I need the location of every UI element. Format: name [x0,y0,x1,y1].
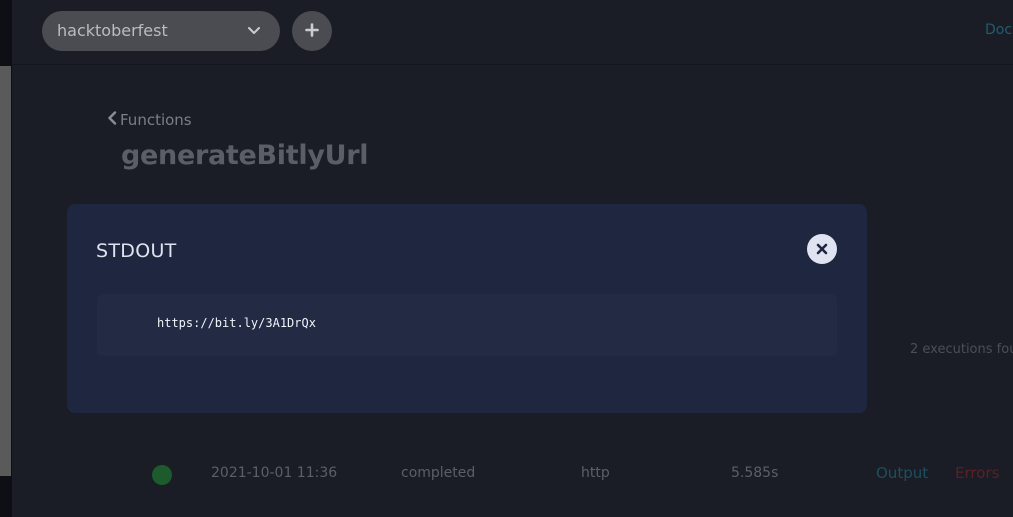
execution-time: 5.585s [731,465,779,481]
output-link[interactable]: Output [876,464,928,482]
errors-link[interactable]: Errors [955,464,999,482]
status-dot [152,465,172,485]
topbar-divider [12,64,1013,65]
chevron-left-icon [107,111,120,129]
execution-trigger: http [581,465,610,481]
execution-date: 2021-10-01 11:36 [211,465,338,481]
close-modal-button[interactable] [807,234,837,264]
execution-row: 2021-10-01 11:36 completed http 5.585s O… [140,455,1013,495]
executions-count: 2 executions found [910,342,1013,357]
execution-status: completed [401,465,476,481]
project-select[interactable]: hacktoberfest [42,11,280,51]
stdout-text: https://bit.ly/3A1DrQx [157,316,316,330]
add-project-button[interactable] [292,11,332,51]
stdout-modal: STDOUT https://bit.ly/3A1DrQx [67,204,867,413]
app-page: hacktoberfest Docs Functions generateBit… [0,0,1013,517]
modal-title: STDOUT [96,240,177,262]
close-icon [816,240,828,259]
project-name: hacktoberfest [57,21,168,40]
back-link-label: Functions [120,111,192,129]
function-title: generateBitlyUrl [121,140,369,171]
scrollbar-thumb[interactable] [0,66,11,476]
stdout-output-box: https://bit.ly/3A1DrQx [97,294,837,356]
plus-icon [305,22,319,41]
docs-link[interactable]: Docs [985,22,1013,38]
chevron-down-icon [246,11,262,51]
scrollbar-track[interactable] [0,0,12,517]
back-to-functions-link[interactable]: Functions [107,111,192,129]
